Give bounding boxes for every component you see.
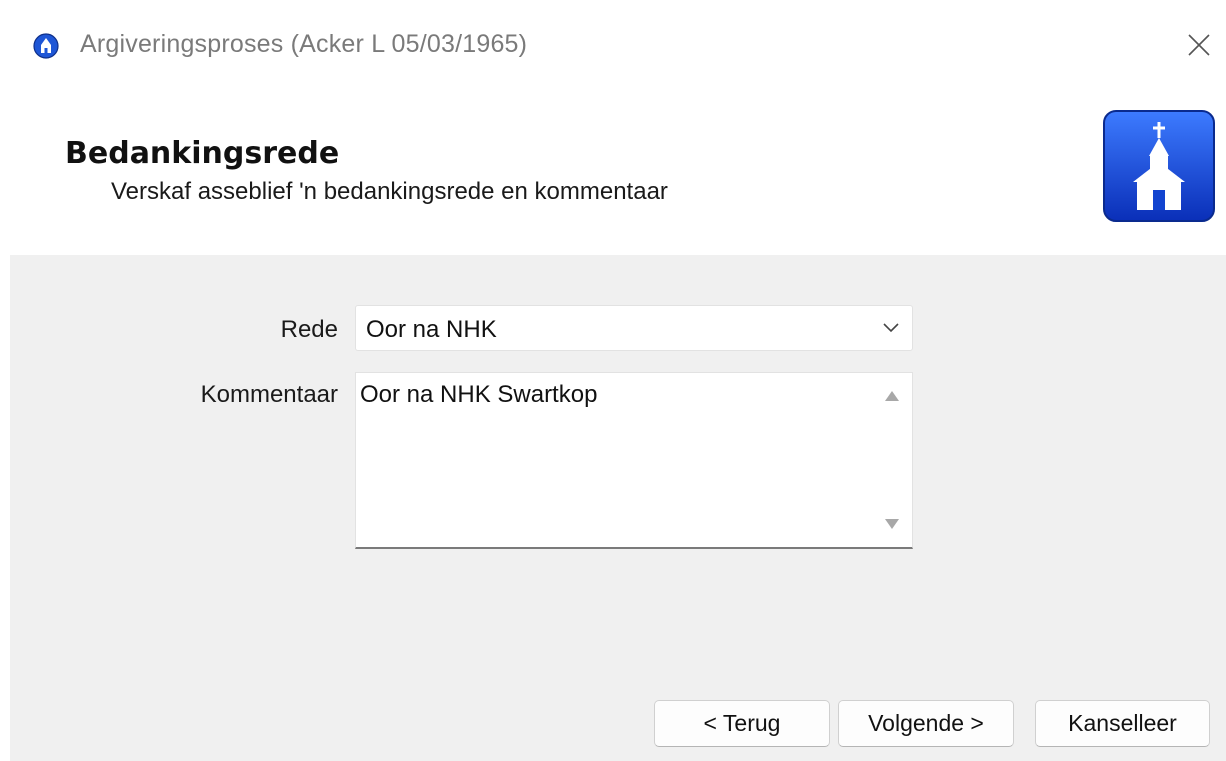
chevron-down-icon [883,323,899,333]
window-title: Argiveringsproses (Acker L 05/03/1965) [80,30,528,58]
cancel-button[interactable]: Kanselleer [1035,700,1210,747]
church-logo-icon [1103,110,1215,222]
close-button[interactable] [1176,22,1222,68]
rede-dropdown[interactable]: Oor na NHK [355,305,913,351]
back-button[interactable]: < Terug [654,700,830,747]
page-title: Bedankingsrede [65,136,340,171]
wizard-header: Bedankingsrede Verskaf asseblief 'n beda… [0,90,1226,255]
vertical-scrollbar[interactable] [872,373,912,547]
rede-value: Oor na NHK [366,316,497,343]
close-icon [1188,34,1210,56]
next-button[interactable]: Volgende > [838,700,1014,747]
church-app-icon [33,33,59,59]
rede-label: Rede [280,316,338,343]
scroll-up-arrow-icon[interactable] [884,390,900,402]
kommentaar-value: Oor na NHK Swartkop [360,381,598,408]
scroll-down-arrow-icon[interactable] [884,518,900,530]
kommentaar-label: Kommentaar [200,381,338,408]
kommentaar-textarea[interactable]: Oor na NHK Swartkop [355,372,913,549]
title-bar: Argiveringsproses (Acker L 05/03/1965) [0,0,1226,90]
page-subtitle: Verskaf asseblief 'n bedankingsrede en k… [111,178,668,205]
wizard-body: Rede Oor na NHK Kommentaar Oor na NHK Sw… [10,255,1226,761]
